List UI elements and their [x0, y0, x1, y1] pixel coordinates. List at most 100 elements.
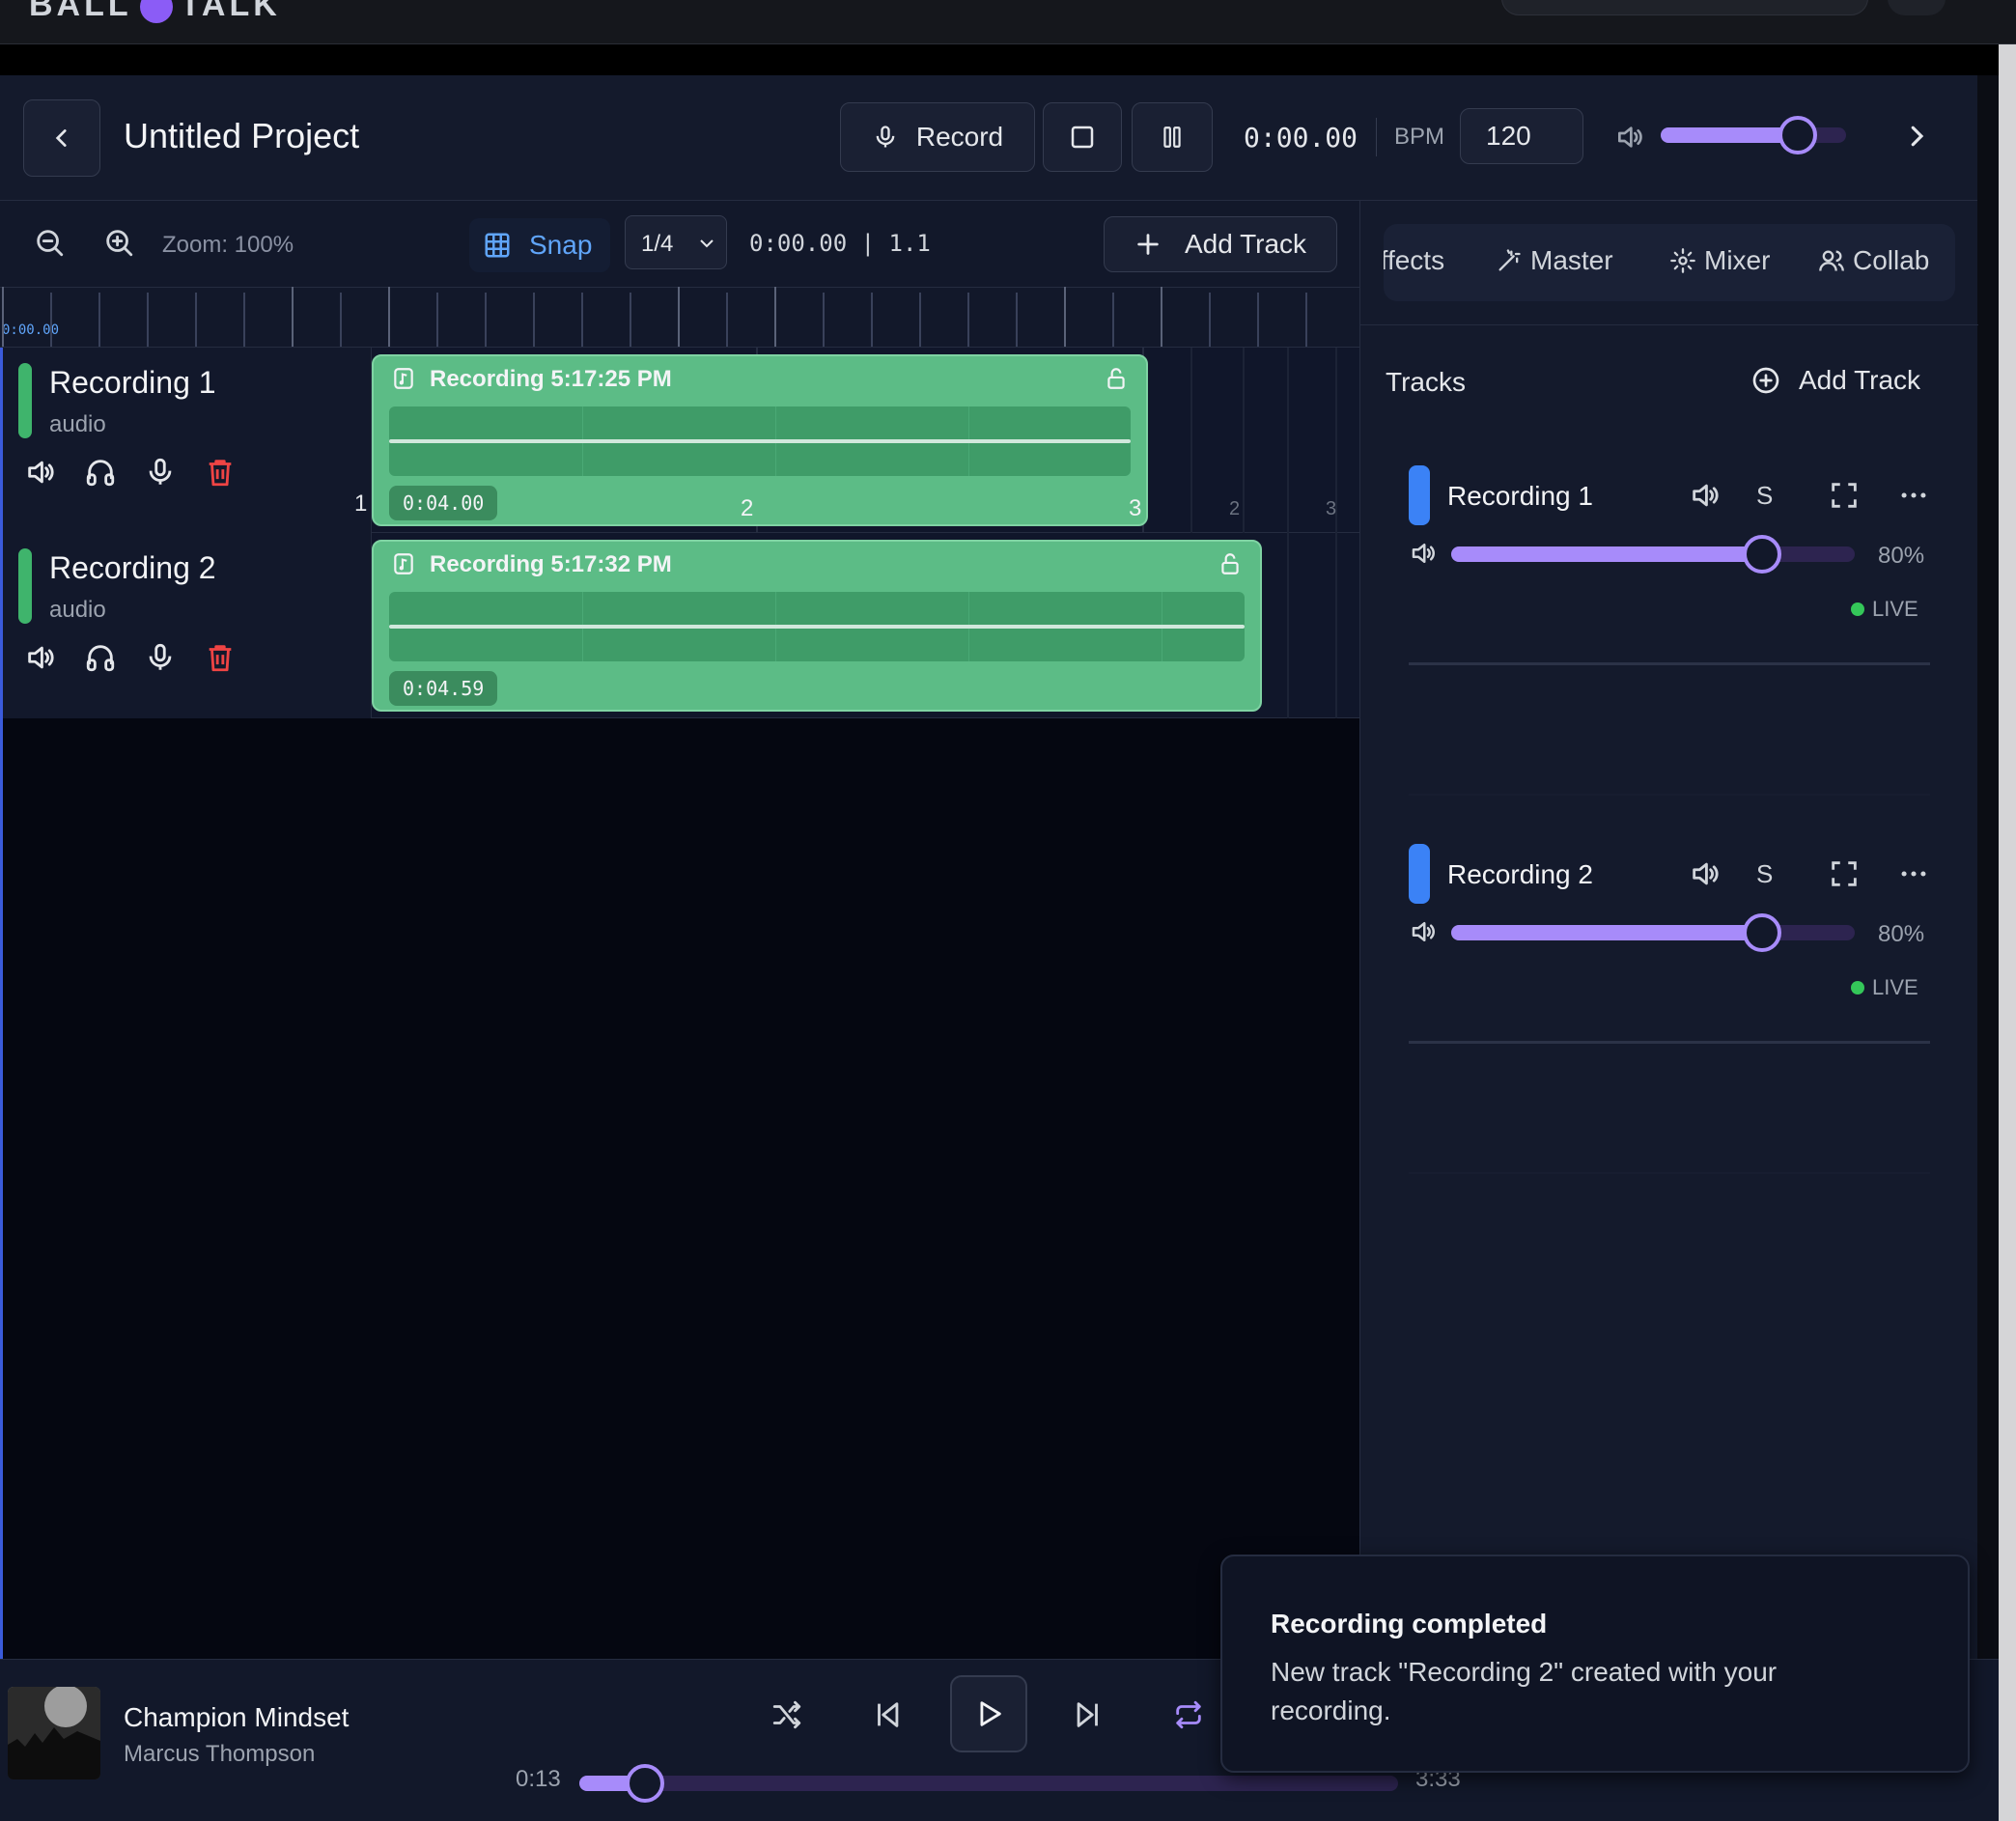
track-header[interactable]: Recording 1 audio	[3, 348, 372, 533]
skip-forward-icon[interactable]	[1072, 1698, 1105, 1731]
track-color-marker	[1409, 844, 1430, 904]
add-track-button[interactable]: Add Track	[1104, 216, 1337, 272]
zoom-in-button[interactable]	[102, 226, 135, 259]
snap-label: Snap	[529, 230, 593, 260]
master-volume-slider[interactable]	[1661, 116, 1846, 154]
song-title[interactable]: Champion Mindset	[124, 1702, 349, 1733]
global-search[interactable]	[1501, 0, 1868, 15]
tab-mixer[interactable]: Mixer	[1669, 245, 1770, 276]
headphones-icon[interactable]	[84, 456, 117, 489]
microphone-icon[interactable]	[144, 456, 177, 489]
pause-button[interactable]	[1132, 102, 1213, 172]
song-artist[interactable]: Marcus Thompson	[124, 1741, 315, 1768]
bpm-input[interactable]: 120	[1460, 108, 1583, 164]
project-title[interactable]: Untitled Project	[124, 116, 359, 156]
chevron-right-icon	[1911, 126, 1924, 147]
mute-icon[interactable]	[1689, 479, 1722, 512]
panel-add-track-button[interactable]: Add Track	[1750, 365, 1920, 396]
waveform	[389, 592, 1245, 661]
zoom-out-icon	[37, 230, 64, 257]
trash-icon[interactable]	[204, 641, 237, 674]
solo-button[interactable]: S	[1756, 481, 1773, 511]
zoom-level: Zoom: 100%	[162, 232, 294, 258]
track-volume-slider[interactable]	[1451, 535, 1855, 574]
timeline-ruler[interactable]: 0:00.00	[0, 287, 1359, 348]
zoom-out-button[interactable]	[33, 226, 66, 259]
skip-back-icon[interactable]	[871, 1698, 904, 1731]
timecode-display: 0:00.00	[1244, 122, 1358, 154]
window-edge	[1999, 44, 2016, 1821]
chevron-left-icon	[55, 129, 67, 147]
more-options-icon[interactable]	[1897, 479, 1930, 512]
slider-thumb[interactable]	[1778, 116, 1818, 154]
clip-duration: 0:04.59	[389, 671, 498, 706]
track-name[interactable]: Recording 1	[49, 365, 216, 401]
ruler-tick	[1209, 293, 1211, 347]
ruler-tick	[485, 293, 487, 347]
playback-progress-slider[interactable]	[579, 1764, 1398, 1803]
live-indicator: LIVE	[1851, 597, 1918, 622]
snap-division-select[interactable]: 1/4	[625, 215, 727, 269]
solo-button[interactable]: S	[1756, 859, 1773, 889]
slider-thumb[interactable]	[625, 1764, 664, 1803]
ruler-tick	[1016, 293, 1018, 347]
back-button[interactable]	[23, 99, 100, 177]
track-row: Recording 2 audio Recording 5:17:32 PM 0…	[3, 533, 1362, 718]
slider-thumb[interactable]	[1742, 913, 1781, 952]
divider	[1409, 1041, 1930, 1044]
collapse-panel-button[interactable]	[1902, 122, 1931, 151]
slider-thumb[interactable]	[1742, 535, 1781, 574]
expand-icon[interactable]	[1828, 479, 1861, 512]
tab-collab[interactable]: Collab	[1818, 245, 1929, 276]
tracks-area[interactable]: 2 3 Recording 1 audio 1 Recording 5:17:2…	[0, 348, 1362, 1659]
headphones-icon[interactable]	[84, 641, 117, 674]
play-button[interactable]	[950, 1675, 1027, 1752]
album-cover[interactable]	[8, 1687, 100, 1779]
divider	[1376, 118, 1377, 156]
audio-clip[interactable]: Recording 5:17:25 PM 0:04.00 2 3	[372, 354, 1148, 526]
tab-master[interactable]: Master	[1496, 245, 1613, 276]
app-logo[interactable]: BALL TALK	[29, 0, 281, 24]
track-name[interactable]: Recording 2	[49, 550, 216, 586]
ruler-tick	[1305, 293, 1307, 347]
mixer-track: Recording 1 S 80% LIVE	[1409, 465, 1930, 668]
live-indicator: LIVE	[1851, 975, 1918, 1000]
stop-button[interactable]	[1043, 102, 1122, 172]
grid-icon	[485, 233, 510, 258]
beat-number: 2	[1229, 498, 1241, 519]
volume-percent: 80%	[1878, 543, 1925, 569]
ruler-tick	[774, 287, 776, 347]
volume-icon[interactable]	[24, 641, 57, 674]
expand-icon[interactable]	[1828, 857, 1861, 890]
chevron-down-icon	[700, 239, 714, 248]
ruler-tick	[436, 293, 438, 347]
unlock-icon[interactable]	[1104, 366, 1129, 391]
volume-icon[interactable]	[24, 456, 57, 489]
users-icon	[1819, 250, 1844, 271]
unlock-icon[interactable]	[1218, 551, 1243, 576]
ruler-tick	[533, 293, 535, 347]
ruler-tick	[2, 287, 4, 347]
microphone-icon[interactable]	[144, 641, 177, 674]
record-button[interactable]: Record	[840, 102, 1035, 172]
trash-icon[interactable]	[204, 456, 237, 489]
track-volume-slider[interactable]	[1451, 913, 1855, 952]
track-header[interactable]: Recording 2 audio	[3, 533, 372, 718]
ruler-tick	[1257, 293, 1259, 347]
repeat-icon[interactable]	[1172, 1698, 1205, 1731]
user-avatar[interactable]	[1888, 0, 1946, 15]
music-file-icon	[394, 368, 413, 389]
track-row: 2 3 Recording 1 audio 1 Recording 5:17:2…	[3, 348, 1362, 533]
plus-circle-icon	[1752, 367, 1779, 394]
audio-clip[interactable]: Recording 5:17:32 PM 0:04.59	[372, 540, 1262, 712]
divider	[1409, 1172, 1930, 1174]
snap-toggle[interactable]: Snap	[469, 218, 610, 272]
shuffle-icon[interactable]	[770, 1698, 803, 1731]
mute-icon[interactable]	[1689, 857, 1722, 890]
ruler-tick	[1064, 287, 1066, 347]
more-options-icon[interactable]	[1897, 857, 1930, 890]
zoom-in-icon	[106, 230, 133, 257]
notification-toast[interactable]: Recording completed New track "Recording…	[1220, 1555, 1970, 1773]
tab-effects[interactable]: Effects	[1384, 245, 1444, 276]
toast-title: Recording completed	[1271, 1609, 1548, 1639]
